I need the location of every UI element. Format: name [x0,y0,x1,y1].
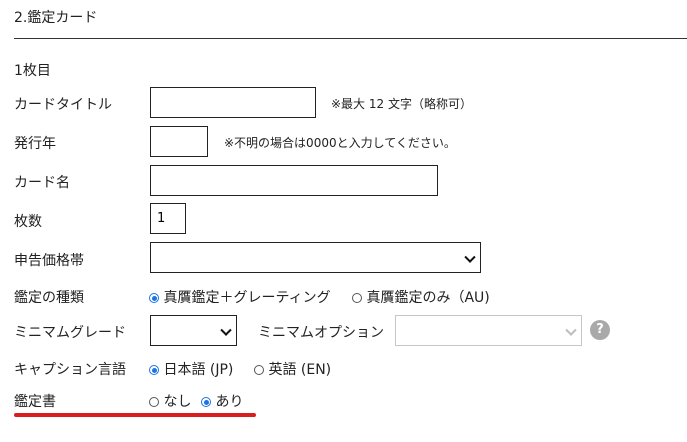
quantity-label: 枚数 [14,214,42,230]
certificate-option-label: なし [163,394,192,410]
caption-language-option-label: 英語 (EN) [268,362,332,378]
card-title-label: カードタイトル [14,97,112,113]
appraisal-type-option-grading[interactable]: 真贋鑑定＋グレーティング [149,287,331,307]
appraisal-type-option-label: 真贋鑑定のみ（AU) [366,290,490,306]
card-name-label: カード名 [14,175,70,191]
card-name-input[interactable] [150,165,438,196]
appraisal-type-option-au[interactable]: 真贋鑑定のみ（AU) [352,287,490,307]
card-count-label: 1枚目 [14,63,51,79]
section-divider [14,38,687,39]
radio-checked-icon[interactable] [149,293,159,303]
help-icon[interactable]: ? [590,320,610,340]
radio-unchecked-icon[interactable] [149,397,159,407]
minimum-option-select[interactable] [395,315,582,346]
minimum-grade-select[interactable] [150,315,237,346]
declared-price-select[interactable] [150,242,481,273]
minimum-grade-label: ミニマムグレード [14,325,126,341]
chevron-down-icon [220,324,232,336]
chevron-down-icon [464,251,476,263]
card-title-note: ※最大 12 文字（略称可） [331,97,472,111]
highlight-underline [14,413,256,417]
section-title: 2.鑑定カード [14,10,98,26]
appraisal-type-option-label: 真贋鑑定＋グレーティング [163,290,331,306]
certificate-option-yes[interactable]: あり [201,391,243,411]
chevron-down-icon [565,324,577,336]
certificate-option-none[interactable]: なし [149,391,191,411]
caption-language-option-en[interactable]: 英語 (EN) [254,359,331,379]
declared-price-label: 申告価格帯 [14,253,84,269]
card-title-input[interactable] [150,87,316,118]
caption-language-option-jp[interactable]: 日本語 (JP) [149,359,233,379]
certificate-option-label: あり [215,394,244,410]
issue-year-input[interactable] [150,126,208,157]
caption-language-option-label: 日本語 (JP) [163,362,234,378]
certificate-label: 鑑定書 [14,394,56,410]
radio-checked-icon[interactable] [149,365,159,375]
radio-checked-icon[interactable] [201,397,211,407]
radio-unchecked-icon[interactable] [254,365,264,375]
issue-year-note: ※不明の場合は0000と入力してください。 [224,136,456,150]
quantity-input[interactable] [150,203,186,234]
appraisal-type-label: 鑑定の種類 [14,290,84,306]
minimum-option-label: ミニマムオプション [258,325,384,341]
radio-unchecked-icon[interactable] [352,293,362,303]
caption-language-label: キャプション言語 [14,362,126,378]
issue-year-label: 発行年 [14,136,56,152]
